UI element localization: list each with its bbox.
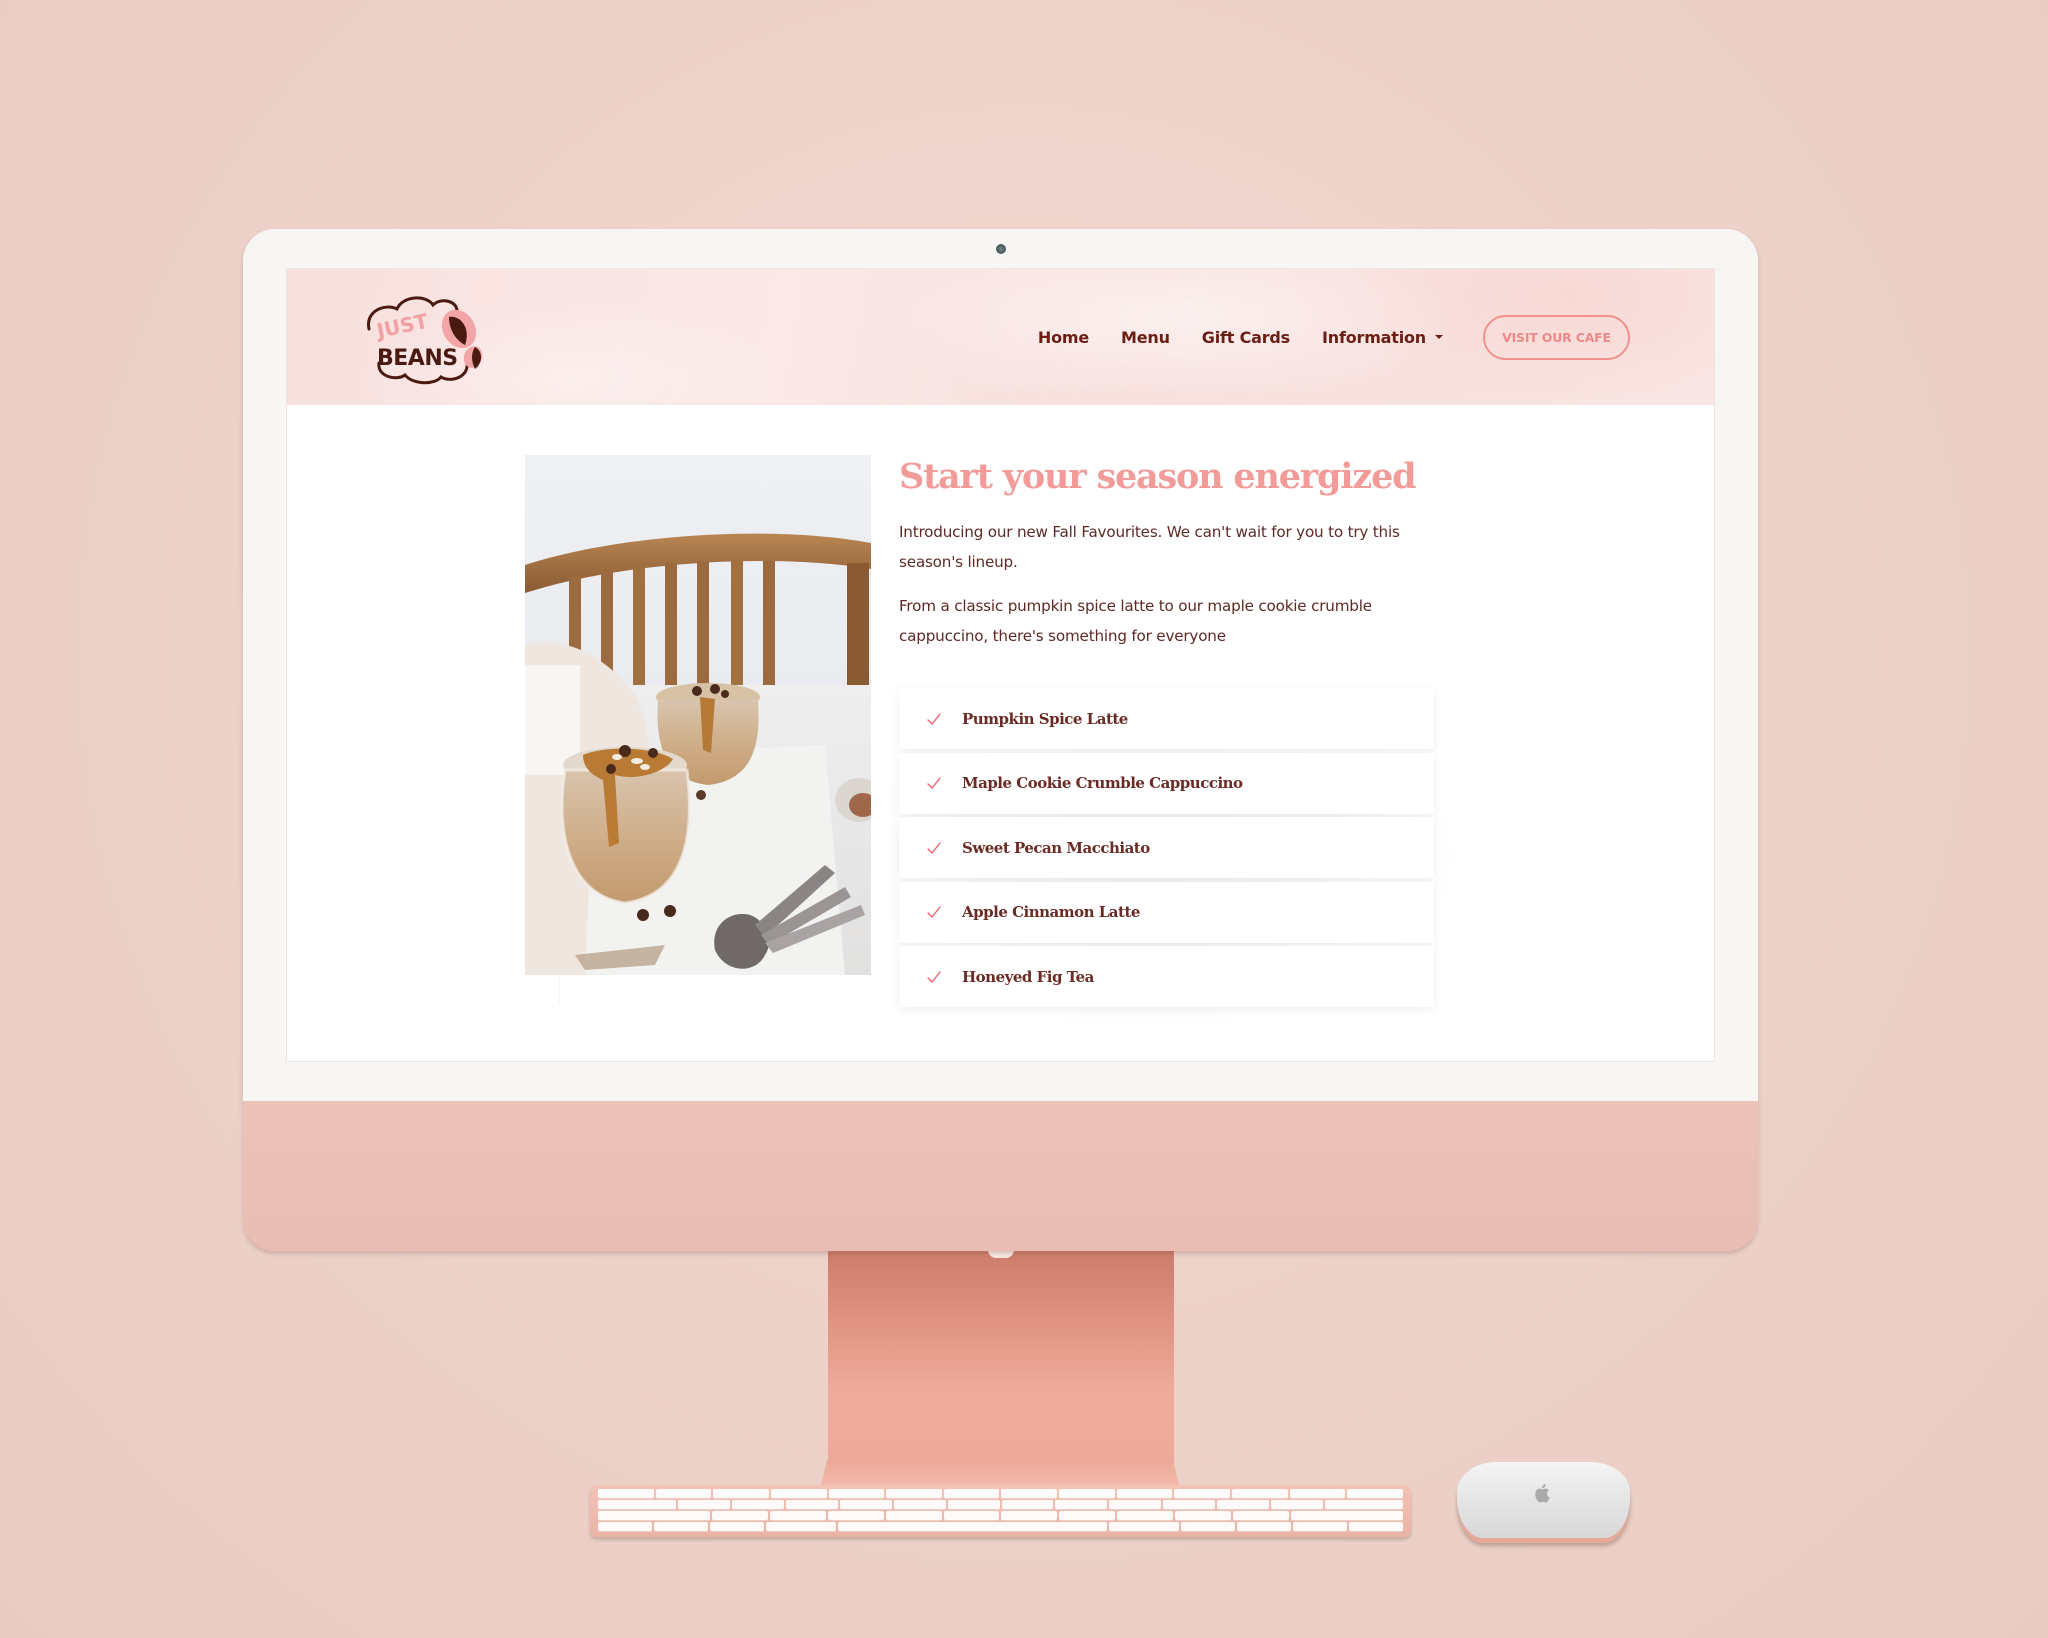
list-item-label: Sweet Pecan Macchiato (962, 838, 1150, 857)
overnight-oats-photo (525, 455, 871, 975)
checkmark-icon (927, 906, 941, 918)
intro-paragraph-1: Introducing our new Fall Favourites. We … (899, 523, 1400, 571)
nav-menu-label: Menu (1121, 327, 1170, 347)
hero-image (525, 455, 871, 975)
checkmark-icon (927, 777, 941, 789)
browser-viewport: JUST BEANS Home Menu Gift Cards Informat… (286, 268, 1715, 1062)
fall-favourites-list: Pumpkin Spice Latte Maple Cookie Crumble… (899, 688, 1434, 1011)
monitor-bezel: JUST BEANS Home Menu Gift Cards Informat… (243, 229, 1758, 1101)
apple-logo-icon (1535, 1484, 1550, 1503)
checkmark-icon (927, 712, 941, 725)
list-item-label: Honeyed Fig Tea (962, 967, 1094, 986)
stand-cable-notch (988, 1250, 1014, 1258)
camera-icon (996, 244, 1006, 254)
intro-paragraph-2: From a classic pumpkin spice latte to ou… (899, 597, 1372, 645)
list-item-label: Apple Cinnamon Latte (962, 903, 1140, 921)
nav-information-label: Information (1322, 327, 1426, 347)
checkmark-icon (927, 841, 941, 854)
main-nav: Home Menu Gift Cards Information VISIT O… (1038, 314, 1630, 360)
list-item[interactable]: Honeyed Fig Tea (899, 946, 1434, 1007)
logo-text-just: JUST (373, 309, 431, 344)
logo-text-beans: BEANS (377, 346, 458, 371)
nav-menu[interactable]: Menu (1121, 328, 1170, 347)
visit-our-cafe-button[interactable]: VISIT OUR CAFE (1483, 314, 1630, 360)
nav-home-label: Home (1037, 327, 1090, 347)
caret-down-icon (1435, 335, 1443, 339)
just-beans-logo-icon: JUST BEANS (367, 296, 483, 385)
nav-information-dropdown[interactable]: Information (1322, 328, 1443, 347)
intro-text: Start your season energized Introducing … (899, 455, 1439, 651)
monitor-stand (828, 1250, 1174, 1490)
list-item[interactable]: Pumpkin Spice Latte (899, 688, 1434, 749)
nav-gift-cards[interactable]: Gift Cards (1202, 328, 1290, 347)
site-header: JUST BEANS Home Menu Gift Cards Informat… (287, 269, 1714, 405)
mouse (1457, 1462, 1630, 1538)
list-item[interactable]: Apple Cinnamon Latte (899, 881, 1434, 943)
keyboard (590, 1485, 1411, 1537)
monitor-stand-foot (820, 1460, 1180, 1488)
fall-favourites-section: Start your season energized Introducing … (287, 405, 1714, 1061)
keyboard-keys (598, 1489, 1404, 1531)
monitor-chin (243, 1101, 1758, 1251)
section-title: Start your season energized (899, 456, 1417, 497)
list-item-label: Pumpkin Spice Latte (962, 709, 1128, 728)
nav-gift-cards-label: Gift Cards (1201, 327, 1291, 347)
monitor: JUST BEANS Home Menu Gift Cards Informat… (243, 229, 1758, 1251)
list-item-label: Maple Cookie Crumble Cappuccino (962, 774, 1243, 792)
nav-home[interactable]: Home (1038, 328, 1089, 347)
list-item[interactable]: Sweet Pecan Macchiato (899, 817, 1434, 878)
site-logo[interactable]: JUST BEANS (357, 289, 492, 389)
checkmark-icon (927, 970, 941, 983)
list-item[interactable]: Maple Cookie Crumble Cappuccino (899, 752, 1434, 814)
